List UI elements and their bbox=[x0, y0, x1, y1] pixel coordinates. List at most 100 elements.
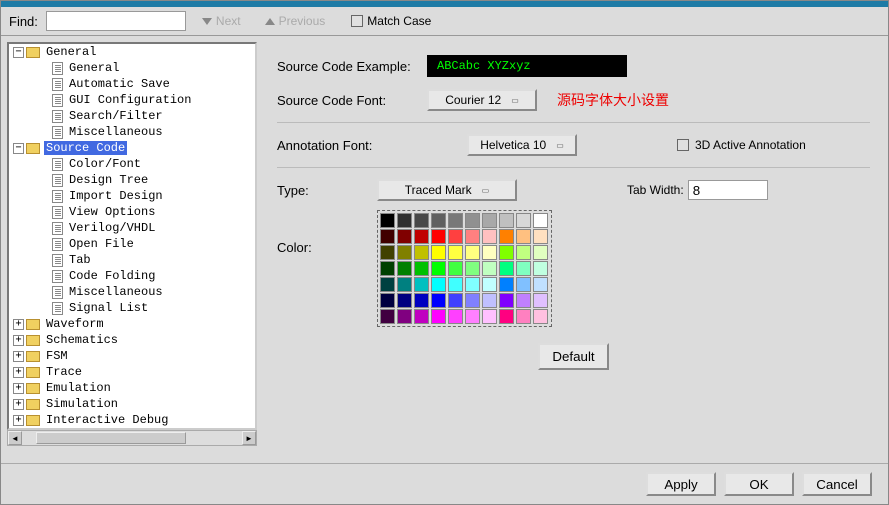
color-swatch[interactable] bbox=[448, 277, 463, 292]
tree-item[interactable]: −General bbox=[9, 44, 255, 60]
color-swatch[interactable] bbox=[516, 213, 531, 228]
color-swatch[interactable] bbox=[516, 293, 531, 308]
color-swatch[interactable] bbox=[397, 229, 412, 244]
tree-item[interactable]: Code Folding bbox=[9, 268, 255, 284]
tree-item[interactable]: Verilog/VHDL bbox=[9, 220, 255, 236]
color-swatch[interactable] bbox=[448, 245, 463, 260]
color-swatch[interactable] bbox=[380, 277, 395, 292]
color-swatch[interactable] bbox=[431, 229, 446, 244]
color-swatch[interactable] bbox=[516, 229, 531, 244]
type-dropdown[interactable]: Traced Mark▭ bbox=[377, 179, 517, 201]
color-swatch[interactable] bbox=[516, 309, 531, 324]
color-swatch[interactable] bbox=[431, 245, 446, 260]
color-swatch[interactable] bbox=[533, 277, 548, 292]
color-swatch[interactable] bbox=[414, 229, 429, 244]
color-swatch[interactable] bbox=[516, 245, 531, 260]
default-button[interactable]: Default bbox=[538, 343, 608, 370]
color-swatch[interactable] bbox=[482, 229, 497, 244]
color-swatch[interactable] bbox=[465, 261, 480, 276]
color-swatch[interactable] bbox=[380, 261, 395, 276]
tree-item[interactable]: +Waveform bbox=[9, 316, 255, 332]
color-swatch[interactable] bbox=[431, 213, 446, 228]
tree-item[interactable]: Tab bbox=[9, 252, 255, 268]
color-swatch[interactable] bbox=[431, 277, 446, 292]
tree-item[interactable]: +Interactive Debug bbox=[9, 412, 255, 428]
color-swatch[interactable] bbox=[431, 293, 446, 308]
tree-item[interactable]: −Source Code bbox=[9, 140, 255, 156]
color-swatch[interactable] bbox=[533, 309, 548, 324]
color-swatch[interactable] bbox=[482, 277, 497, 292]
color-swatch[interactable] bbox=[516, 261, 531, 276]
color-swatch[interactable] bbox=[499, 293, 514, 308]
color-swatch[interactable] bbox=[414, 245, 429, 260]
color-swatch[interactable] bbox=[482, 213, 497, 228]
expander-icon[interactable]: + bbox=[13, 367, 24, 378]
color-swatch[interactable] bbox=[380, 245, 395, 260]
cancel-button[interactable]: Cancel bbox=[802, 472, 872, 496]
tree-item[interactable]: Miscellaneous bbox=[9, 124, 255, 140]
color-swatch[interactable] bbox=[533, 213, 548, 228]
color-swatch[interactable] bbox=[414, 309, 429, 324]
color-swatch[interactable] bbox=[482, 309, 497, 324]
tree-item[interactable]: View Options bbox=[9, 204, 255, 220]
color-swatch[interactable] bbox=[499, 245, 514, 260]
color-swatch[interactable] bbox=[414, 293, 429, 308]
find-next-button[interactable]: Next bbox=[194, 12, 249, 30]
expander-icon[interactable]: + bbox=[13, 415, 24, 426]
match-case-checkbox[interactable] bbox=[351, 15, 363, 27]
find-input[interactable] bbox=[46, 11, 186, 31]
color-swatch[interactable] bbox=[448, 309, 463, 324]
color-swatch[interactable] bbox=[533, 245, 548, 260]
tree-item[interactable]: +Trace bbox=[9, 364, 255, 380]
color-swatch[interactable] bbox=[448, 213, 463, 228]
color-swatch[interactable] bbox=[465, 277, 480, 292]
color-swatch[interactable] bbox=[499, 309, 514, 324]
apply-button[interactable]: Apply bbox=[646, 472, 716, 496]
tree-item[interactable]: Automatic Save bbox=[9, 76, 255, 92]
tree-item[interactable]: +Simulation bbox=[9, 396, 255, 412]
expander-icon[interactable]: − bbox=[13, 47, 24, 58]
color-swatch[interactable] bbox=[380, 213, 395, 228]
color-swatch[interactable] bbox=[516, 277, 531, 292]
tree-item[interactable]: Search/Filter bbox=[9, 108, 255, 124]
tree-item[interactable]: Import Design bbox=[9, 188, 255, 204]
horizontal-scrollbar[interactable]: ◄ ► bbox=[7, 430, 257, 446]
color-swatch[interactable] bbox=[499, 261, 514, 276]
color-swatch[interactable] bbox=[448, 261, 463, 276]
color-swatch[interactable] bbox=[465, 245, 480, 260]
active-annotation-checkbox[interactable] bbox=[677, 139, 689, 151]
annotation-font-button[interactable]: Helvetica 10▭ bbox=[467, 134, 577, 156]
color-swatch[interactable] bbox=[499, 229, 514, 244]
color-swatch[interactable] bbox=[533, 293, 548, 308]
color-swatch[interactable] bbox=[533, 261, 548, 276]
color-swatch[interactable] bbox=[397, 293, 412, 308]
expander-icon[interactable]: + bbox=[13, 383, 24, 394]
category-tree[interactable]: −GeneralGeneralAutomatic SaveGUI Configu… bbox=[7, 42, 257, 430]
tree-item[interactable]: Open File bbox=[9, 236, 255, 252]
color-swatch[interactable] bbox=[380, 229, 395, 244]
color-swatch[interactable] bbox=[448, 293, 463, 308]
tree-item[interactable]: +FSM bbox=[9, 348, 255, 364]
tree-item[interactable]: +Schematics bbox=[9, 332, 255, 348]
tree-item[interactable]: General bbox=[9, 60, 255, 76]
tab-width-input[interactable] bbox=[688, 180, 768, 200]
tree-item[interactable]: Color/Font bbox=[9, 156, 255, 172]
color-swatch[interactable] bbox=[431, 261, 446, 276]
color-swatch[interactable] bbox=[465, 293, 480, 308]
color-swatch[interactable] bbox=[397, 277, 412, 292]
color-swatch[interactable] bbox=[397, 261, 412, 276]
color-swatch[interactable] bbox=[465, 309, 480, 324]
expander-icon[interactable]: + bbox=[13, 351, 24, 362]
color-swatch[interactable] bbox=[482, 245, 497, 260]
tree-item[interactable]: Miscellaneous bbox=[9, 284, 255, 300]
source-font-button[interactable]: Courier 12▭ bbox=[427, 89, 537, 111]
tree-item[interactable]: +Emulation bbox=[9, 380, 255, 396]
find-previous-button[interactable]: Previous bbox=[257, 12, 334, 30]
tree-item[interactable]: GUI Configuration bbox=[9, 92, 255, 108]
color-swatch[interactable] bbox=[397, 245, 412, 260]
color-swatch[interactable] bbox=[448, 229, 463, 244]
expander-icon[interactable]: + bbox=[13, 399, 24, 410]
tree-item[interactable]: Signal List bbox=[9, 300, 255, 316]
color-swatch[interactable] bbox=[431, 309, 446, 324]
expander-icon[interactable]: + bbox=[13, 335, 24, 346]
